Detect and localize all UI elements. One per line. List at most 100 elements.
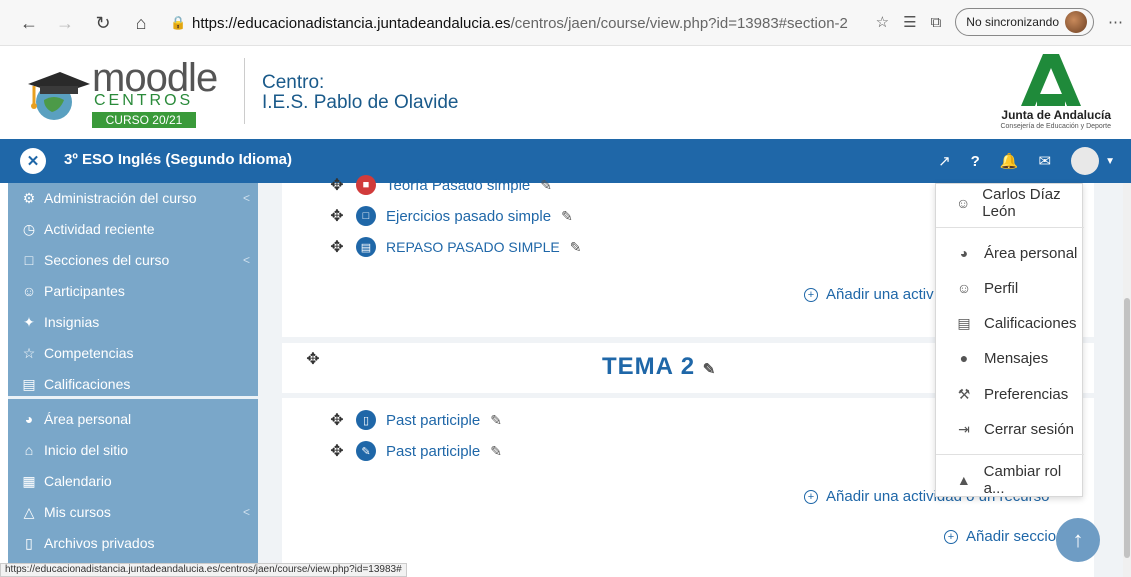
table-icon: ▤	[22, 375, 36, 392]
back-icon[interactable]: ←	[14, 8, 44, 38]
lock-icon: 🔒	[170, 15, 187, 30]
move-icon[interactable]: ✥	[304, 349, 322, 369]
close-drawer-button[interactable]: ✕	[20, 148, 46, 174]
activity-link[interactable]: Ejercicios pasado simple	[386, 208, 551, 225]
move-icon[interactable]: ✥	[328, 206, 346, 226]
drawer-item-administracion[interactable]: ⚙ Administración del curso <	[20, 184, 250, 212]
move-icon[interactable]: ✥	[328, 410, 346, 430]
chevron-down-icon[interactable]: ▼	[1105, 156, 1115, 167]
logout-icon: ⇥	[958, 420, 970, 437]
gears-icon: ⚙	[22, 189, 36, 206]
address-bar[interactable]: 🔒 https://educacionadistancia.juntadeand…	[170, 10, 890, 36]
drawer-item-label: Actividad reciente	[44, 221, 155, 237]
browser-status-bar: https://educacionadistancia.juntadeandal…	[0, 563, 407, 577]
drawer-item-inicio[interactable]: ⌂ Inicio del sitio	[20, 436, 250, 464]
drawer-item-insignias[interactable]: ✦ Insignias	[20, 308, 250, 336]
user-icon: ☺	[956, 195, 971, 211]
star-icon: ☆	[22, 344, 36, 361]
bell-icon[interactable]: 🔔	[1000, 152, 1019, 170]
menu-item-cambiar-rol[interactable]: ▲ Cambiar rol a...	[956, 463, 1084, 497]
move-icon[interactable]: ✥	[328, 175, 346, 195]
drawer-item-area-personal[interactable]: ◕ Área personal	[20, 405, 250, 433]
edit-pencil-icon[interactable]: ✎	[703, 361, 717, 378]
menu-item-mensajes[interactable]: ● Mensajes	[956, 346, 1084, 370]
plus-circle-icon: +	[804, 287, 818, 302]
menu-item-preferencias[interactable]: ⚒ Preferencias	[956, 382, 1084, 406]
user-menu-name[interactable]: ☺ Carlos Díaz León	[956, 186, 1084, 220]
activity-link[interactable]: REPASO PASADO SIMPLE	[386, 239, 560, 255]
user-name: Carlos Díaz León	[982, 186, 1061, 220]
activity-link[interactable]: Teoría Pasado simple	[386, 177, 530, 194]
drawer-item-archivos[interactable]: ▯ Archivos privados	[20, 529, 250, 557]
plus-circle-icon: +	[804, 489, 818, 504]
profile-sync-button[interactable]: No sincronizando	[955, 8, 1094, 36]
activity-item[interactable]: ✥ ▤ REPASO PASADO SIMPLE ✎	[328, 235, 582, 259]
edit-pencil-icon[interactable]: ✎	[490, 412, 502, 429]
wrench-icon: ⚒	[957, 385, 971, 402]
more-menu-icon[interactable]: ⋯	[1108, 13, 1123, 31]
edit-pencil-icon[interactable]: ✎	[490, 443, 502, 460]
home-icon[interactable]: ⌂	[126, 8, 156, 38]
expand-icon[interactable]: ↗	[938, 152, 951, 170]
menu-item-area-personal[interactable]: ◕ Área personal	[956, 241, 1084, 265]
user-avatar-button[interactable]	[1071, 147, 1100, 175]
page-scrollbar[interactable]	[1123, 183, 1131, 577]
add-favorite-icon[interactable]: ☆	[876, 13, 889, 31]
activity-link[interactable]: Past participle	[386, 443, 480, 460]
drawer-item-label: Administración del curso	[44, 190, 197, 206]
drawer-item-participantes[interactable]: ☺ Participantes	[20, 277, 250, 305]
move-icon[interactable]: ✥	[328, 441, 346, 461]
course-title[interactable]: 3º ESO Inglés (Segundo Idioma)	[64, 151, 292, 168]
menu-item-calificaciones[interactable]: ▤ Calificaciones	[956, 311, 1084, 335]
menu-item-label: Preferencias	[984, 385, 1069, 403]
section-title: TEMA 2 ✎	[602, 353, 716, 381]
section-title-text: TEMA 2	[602, 353, 696, 380]
drawer-item-calendario[interactable]: ▦ Calendario	[20, 467, 250, 495]
drawer-item-actividad-reciente[interactable]: ◷ Actividad reciente	[20, 215, 250, 243]
move-icon[interactable]: ✥	[328, 237, 346, 257]
moodle-centros-logo[interactable]: moodle CENTROS CURSO 20/21	[20, 54, 218, 130]
menu-item-cerrar-sesion[interactable]: ⇥ Cerrar sesión	[956, 417, 1084, 441]
drawer-item-competencias[interactable]: ☆ Competencias	[20, 339, 250, 367]
activity-item[interactable]: ✥ ■ Teoría Pasado simple ✎	[328, 173, 552, 197]
edit-pencil-icon[interactable]: ✎	[540, 177, 552, 194]
forward-icon[interactable]: →	[50, 8, 80, 38]
edit-pencil-icon[interactable]: ✎	[561, 208, 573, 225]
site-header: moodle CENTROS CURSO 20/21 Centro: I.E.S…	[0, 46, 1131, 139]
menu-item-label: Área personal	[984, 244, 1078, 262]
dashboard-icon: ◕	[959, 245, 969, 261]
drawer-divider	[8, 396, 258, 399]
clock-icon: ◷	[22, 220, 36, 237]
logo-centros-text: CENTROS	[94, 92, 194, 109]
activity-item[interactable]: ✥ ▯ Past participle ✎	[328, 408, 502, 432]
drawer-item-mis-cursos[interactable]: △ Mis cursos <	[20, 498, 250, 526]
plus-circle-icon: +	[944, 529, 958, 544]
browser-toolbar: ← → ↻ ⌂ 🔒 https://educacionadistancia.ju…	[0, 0, 1131, 46]
drawer-item-calificaciones[interactable]: ▤ Calificaciones	[20, 370, 250, 398]
drawer-item-label: Insignias	[44, 314, 100, 330]
help-icon[interactable]: ?	[971, 153, 980, 170]
back-to-top-button[interactable]: ↑	[1056, 518, 1100, 562]
add-activity-link[interactable]: + Añadir una activ	[804, 286, 934, 303]
centro-label: Centro:	[262, 72, 325, 93]
table-icon: ▤	[957, 314, 971, 331]
activity-item[interactable]: ✥ □ Ejercicios pasado simple ✎	[328, 204, 573, 228]
activity-item[interactable]: ✥ ✎ Past participle ✎	[328, 439, 502, 463]
edit-pencil-icon[interactable]: ✎	[570, 239, 582, 256]
activity-link[interactable]: Past participle	[386, 412, 480, 429]
assignment-icon: ✎	[356, 441, 376, 461]
collections-icon[interactable]: ⧉	[931, 14, 942, 31]
drawer-item-secciones[interactable]: □ Secciones del curso <	[20, 246, 250, 274]
menu-item-label: Mensajes	[984, 349, 1049, 367]
menu-item-perfil[interactable]: ☺ Perfil	[956, 276, 1084, 300]
junta-andalucia-logo[interactable]: Junta de Andalucía Consejería de Educaci…	[981, 52, 1111, 132]
scrollbar-thumb[interactable]	[1124, 298, 1130, 558]
home-icon: ⌂	[24, 442, 34, 458]
menu-item-label: Perfil	[984, 279, 1019, 297]
drawer-item-label: Inicio del sitio	[44, 442, 129, 458]
drawer-item-label: Participantes	[44, 283, 125, 299]
favorites-icon[interactable]: ☰	[903, 13, 916, 31]
reload-icon[interactable]: ↻	[88, 8, 118, 38]
envelope-icon[interactable]: ✉	[1039, 152, 1052, 170]
chevron-left-icon: <	[242, 191, 250, 205]
